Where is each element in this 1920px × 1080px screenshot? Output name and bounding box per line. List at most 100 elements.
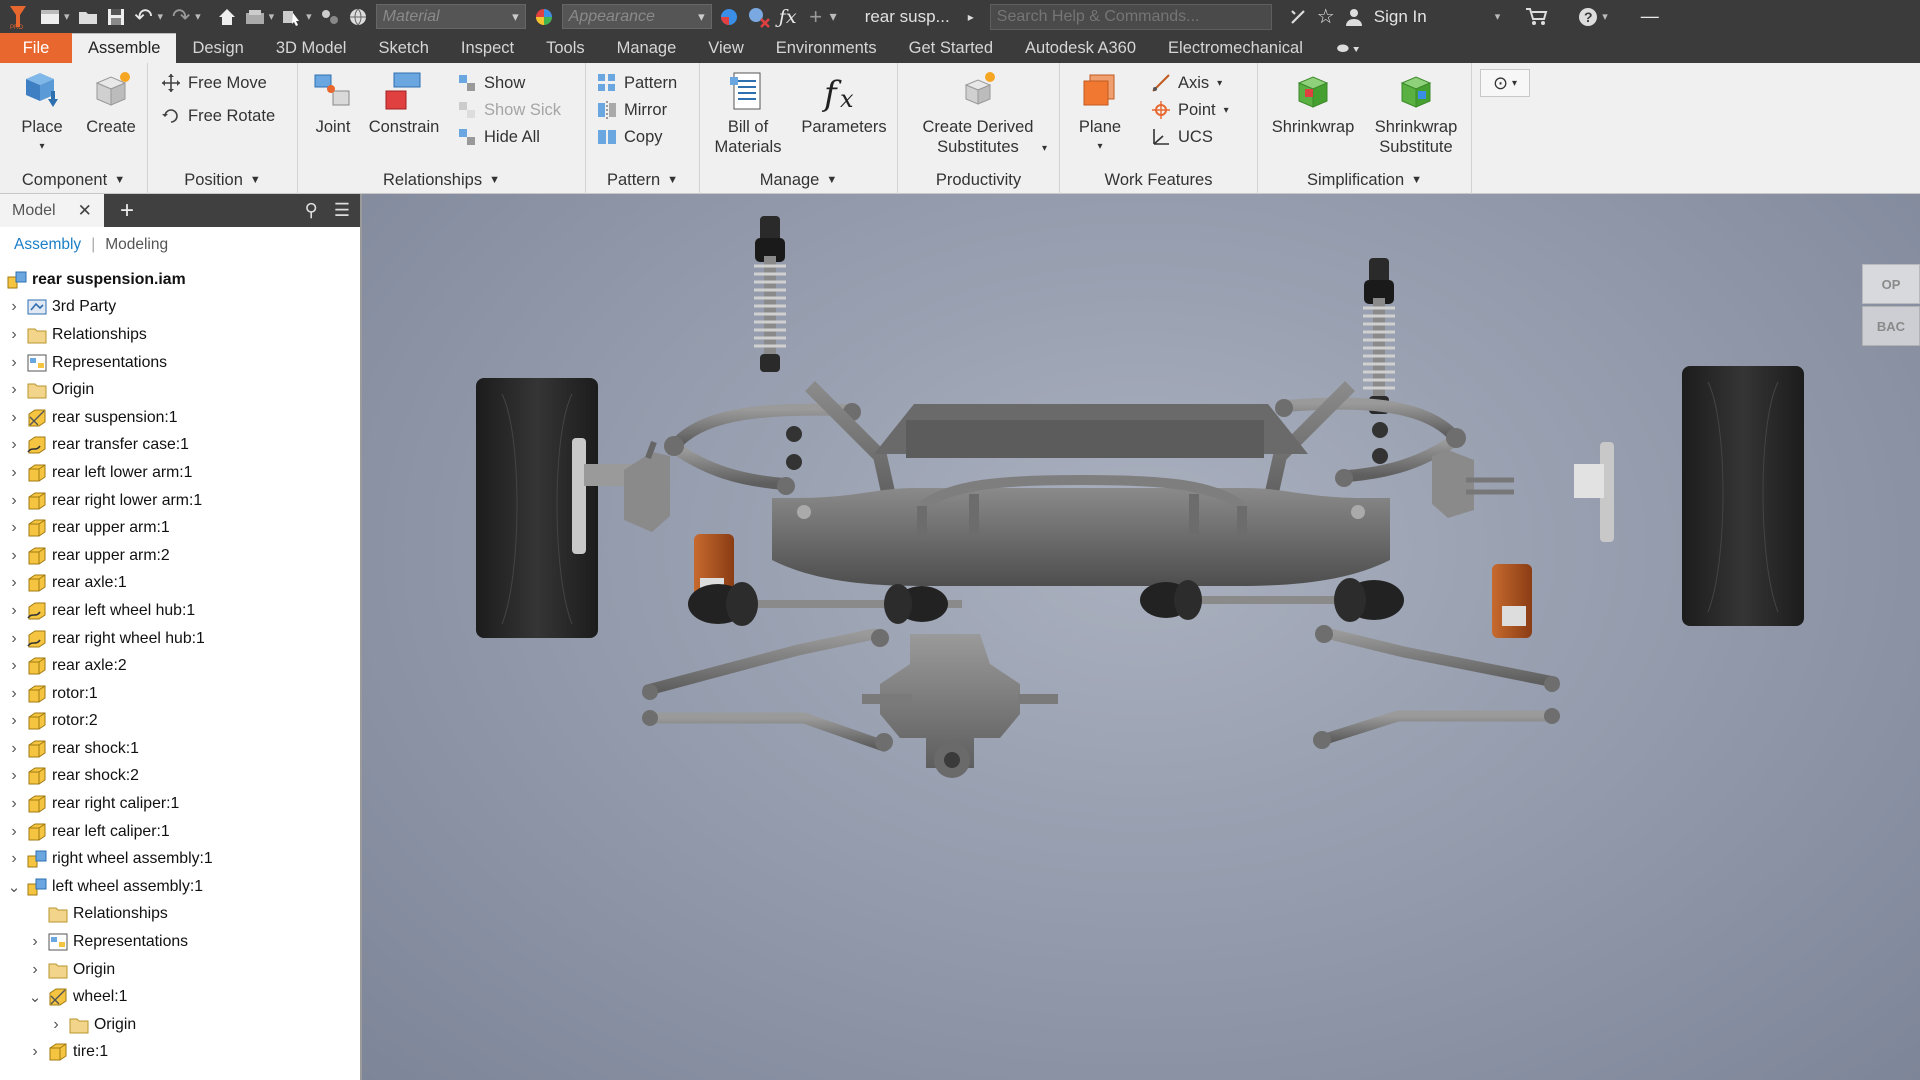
browser-node[interactable]: › Origin — [0, 1011, 360, 1039]
right-lower-arm[interactable] — [1313, 625, 1560, 749]
axis-button[interactable]: Axis ▾ — [1150, 71, 1222, 95]
relationships-panel-label[interactable]: Relationships ▼ — [298, 166, 585, 194]
fx-parameters-icon[interactable]: ƒx — [774, 0, 802, 33]
help-search-input[interactable] — [989, 3, 1272, 30]
expand-arrow-icon[interactable]: › — [6, 602, 22, 620]
search-icon[interactable]: ⚲ — [305, 200, 318, 221]
tab-inspect[interactable]: Inspect — [445, 33, 530, 63]
browser-node[interactable]: › Origin — [0, 376, 360, 404]
account-dropdown-icon[interactable]: ▾ — [1495, 10, 1505, 23]
home-icon[interactable] — [213, 0, 241, 33]
joint-button[interactable]: Joint — [306, 69, 360, 137]
doc-title-arrow-icon[interactable]: ▸ — [968, 10, 978, 24]
browser-node[interactable]: › rotor:2 — [0, 708, 360, 736]
help-icon[interactable]: ? — [1574, 0, 1602, 33]
expand-arrow-icon[interactable]: › — [6, 574, 22, 592]
bill-of-materials-button[interactable]: Bill of Materials — [706, 69, 790, 157]
browser-node[interactable]: › Relationships — [0, 321, 360, 349]
manage-panel-label[interactable]: Manage ▼ — [700, 166, 897, 194]
favorites-star-icon[interactable]: ☆ — [1312, 0, 1340, 33]
qat-customize-icon[interactable]: ▾ — [830, 8, 841, 25]
right-rotor[interactable] — [1574, 442, 1614, 542]
position-panel-label[interactable]: Position ▼ — [148, 166, 297, 194]
undo-dropdown-icon[interactable]: ▾ — [158, 10, 168, 23]
modeling-view-link[interactable]: Modeling — [105, 236, 168, 254]
appearance-ball-icon[interactable] — [530, 0, 558, 33]
expand-arrow-icon[interactable]: › — [6, 712, 22, 730]
browser-node[interactable]: rear suspension.iam — [0, 266, 360, 294]
rear-transfer-case[interactable] — [862, 634, 1058, 778]
expand-arrow-icon[interactable]: › — [6, 354, 22, 372]
browser-node[interactable]: › Origin — [0, 956, 360, 984]
parameters-button[interactable]: fx Parameters — [796, 69, 892, 137]
rear-subframe[interactable] — [772, 381, 1390, 586]
show-button[interactable]: Show — [456, 71, 525, 95]
expand-arrow-icon[interactable]: › — [6, 409, 22, 427]
browser-node[interactable]: › rear axle:2 — [0, 652, 360, 680]
viewcube-back-face[interactable]: BAC — [1862, 306, 1920, 346]
browser-node[interactable]: › rear axle:1 — [0, 570, 360, 598]
expand-arrow-icon[interactable]: › — [6, 740, 22, 758]
browser-node[interactable]: › rear upper arm:2 — [0, 542, 360, 570]
tab-view[interactable]: View — [692, 33, 759, 63]
redo-dropdown-icon[interactable]: ▾ — [195, 10, 205, 23]
browser-node[interactable]: › rear shock:2 — [0, 763, 360, 791]
shrinkwrap-button[interactable]: Shrinkwrap — [1268, 69, 1358, 137]
panel-options-button[interactable]: ⊙ ▾ — [1480, 69, 1530, 97]
expand-arrow-icon[interactable]: › — [6, 685, 22, 703]
cart-icon[interactable] — [1522, 0, 1552, 33]
browser-node[interactable]: › rear right caliper:1 — [0, 790, 360, 818]
expand-arrow-icon[interactable]: › — [6, 795, 22, 813]
close-icon[interactable]: ✕ — [78, 201, 92, 221]
pattern-panel-label[interactable]: Pattern ▼ — [586, 166, 699, 194]
graphics-viewport[interactable]: OP BAC — [362, 194, 1920, 1080]
browser-node[interactable]: › 3rd Party — [0, 294, 360, 322]
expand-arrow-icon[interactable]: › — [6, 381, 22, 399]
plane-button[interactable]: Plane ▾ — [1068, 69, 1132, 157]
browser-node[interactable]: › right wheel assembly:1 — [0, 845, 360, 873]
browser-node[interactable]: › rear transfer case:1 — [0, 432, 360, 460]
right-wheel-hub[interactable] — [1432, 450, 1514, 518]
point-dropdown-icon[interactable]: ▾ — [1224, 105, 1229, 116]
constrain-button[interactable]: Constrain — [364, 69, 444, 137]
assembly-view-link[interactable]: Assembly — [14, 236, 81, 254]
axis-dropdown-icon[interactable]: ▾ — [1217, 78, 1222, 89]
tab-sketch[interactable]: Sketch — [362, 33, 444, 63]
projects-icon[interactable] — [241, 0, 269, 33]
select-mode-icon[interactable] — [278, 0, 306, 33]
menu-icon[interactable]: ☰ — [334, 200, 350, 221]
left-rear-axle[interactable] — [688, 582, 962, 626]
create-derived-substitutes-button[interactable]: Create Derived Substitutes — [912, 69, 1044, 157]
browser-node[interactable]: Relationships — [0, 901, 360, 929]
left-lower-arm[interactable] — [642, 628, 893, 752]
browser-node[interactable]: › rear left caliper:1 — [0, 818, 360, 846]
viewcube-top-face[interactable]: OP — [1862, 264, 1920, 304]
free-move-button[interactable]: Free Move — [160, 71, 267, 95]
derived-substitutes-dropdown-icon[interactable]: ▾ — [1042, 143, 1047, 154]
search-binoculars-icon[interactable] — [1284, 0, 1312, 33]
expand-arrow-icon[interactable]: › — [6, 436, 22, 454]
mirror-button[interactable]: Mirror — [596, 98, 667, 122]
expand-arrow-icon[interactable]: › — [6, 519, 22, 537]
browser-node[interactable]: ⌄ wheel:1 — [0, 983, 360, 1011]
collapse-arrow-icon[interactable]: ⌄ — [27, 988, 43, 1006]
tab-autodesk-a360[interactable]: Autodesk A360 — [1009, 33, 1152, 63]
browser-node[interactable]: › rear left wheel hub:1 — [0, 597, 360, 625]
select-dropdown-icon[interactable]: ▾ — [306, 10, 316, 23]
ucs-button[interactable]: UCS — [1150, 125, 1213, 149]
sign-in-link[interactable]: Sign In — [1374, 7, 1427, 27]
clear-appearance-icon[interactable] — [744, 0, 774, 33]
left-rear-shock[interactable] — [754, 216, 786, 372]
tab-manage[interactable]: Manage — [601, 33, 693, 63]
open-file-icon[interactable] — [74, 0, 102, 33]
expand-arrow-icon[interactable]: › — [27, 1043, 43, 1061]
browser-node[interactable]: › rear right wheel hub:1 — [0, 625, 360, 653]
browser-node[interactable]: › rear upper arm:1 — [0, 514, 360, 542]
browser-node[interactable]: › rear left lower arm:1 — [0, 459, 360, 487]
color-override-icon[interactable] — [316, 0, 344, 33]
expand-arrow-icon[interactable]: › — [6, 850, 22, 868]
expand-arrow-icon[interactable]: › — [6, 298, 22, 316]
new-dropdown-icon[interactable]: ▾ — [64, 10, 74, 23]
right-caliper[interactable] — [1492, 564, 1532, 638]
globe-icon[interactable] — [344, 0, 372, 33]
